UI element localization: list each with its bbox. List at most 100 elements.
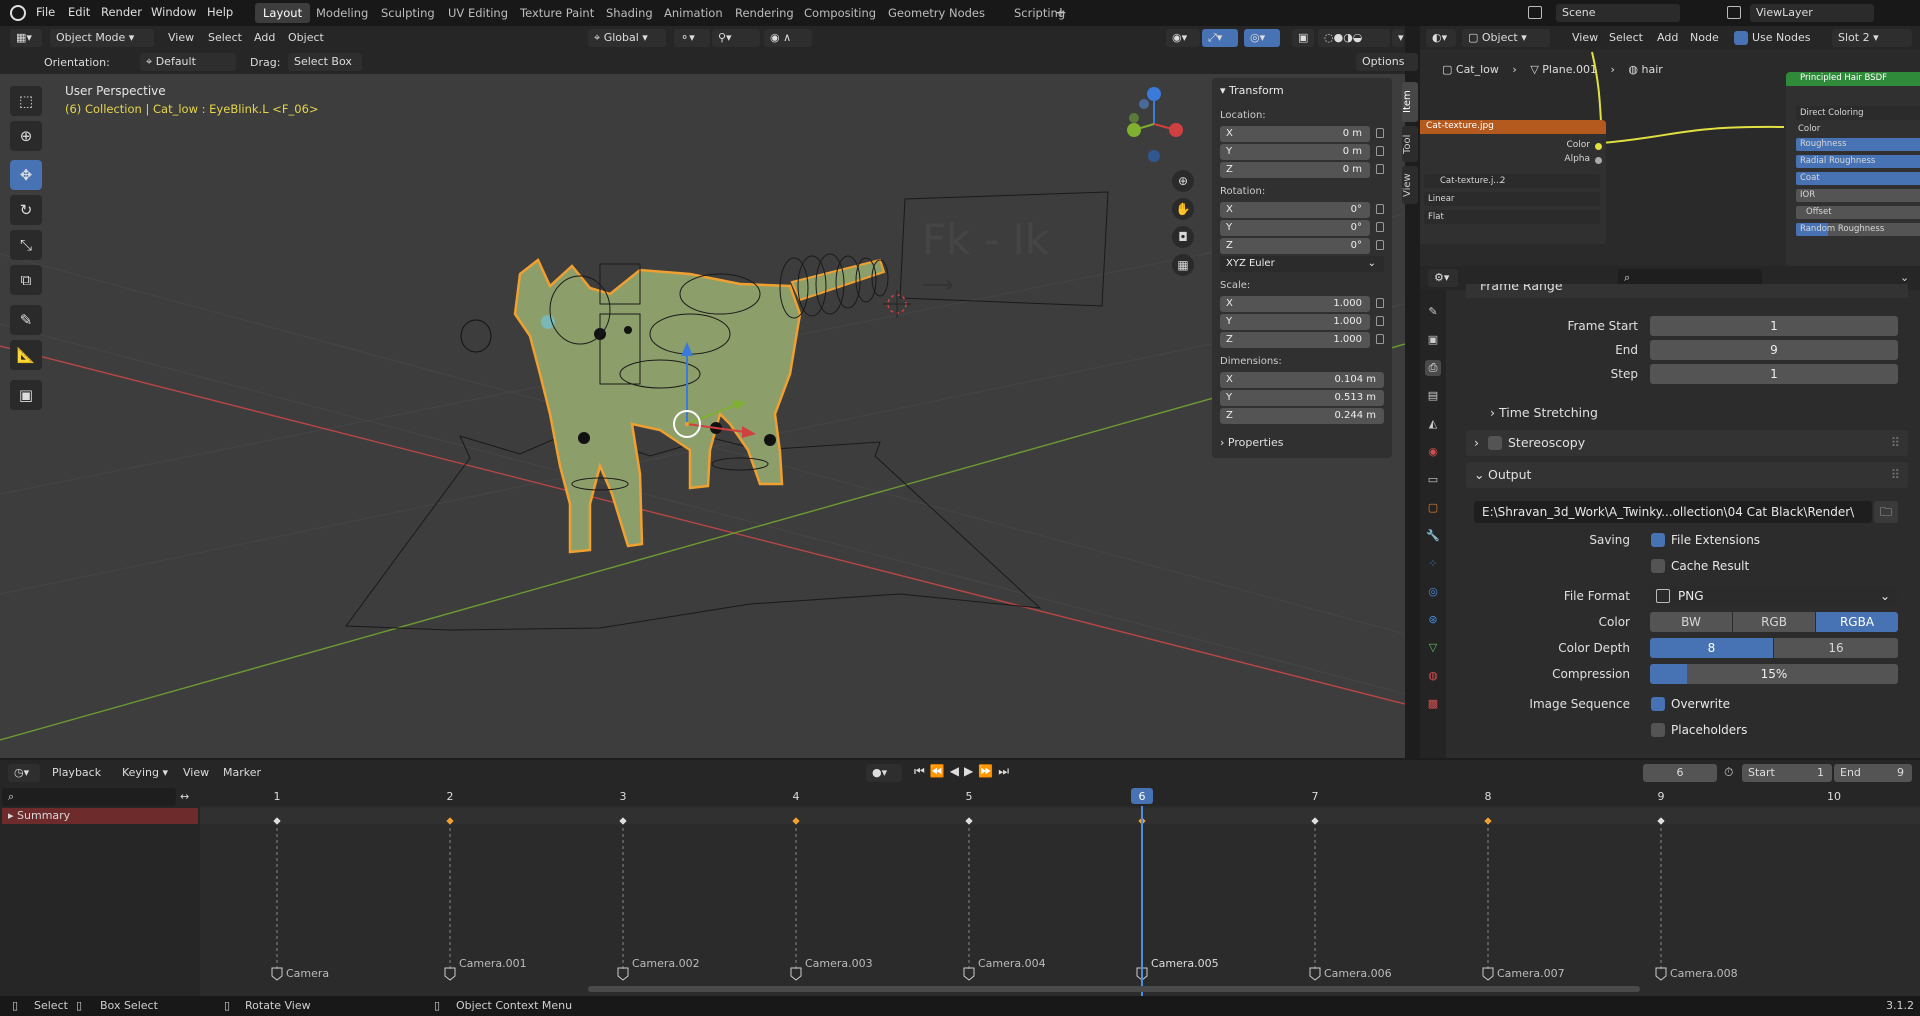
preview-range-icon[interactable]: ⏱ (1724, 765, 1733, 780)
shading-modes[interactable]: ◌●◑◒ (1318, 29, 1390, 47)
pivot-point-button[interactable]: ⚬▾ (674, 29, 710, 47)
bsdf-input-radial-roughness[interactable]: Radial Roughness (1796, 155, 1920, 168)
drag-selector[interactable]: Select Box (288, 53, 362, 71)
menu-select[interactable]: Select (208, 31, 242, 44)
xray-toggle[interactable]: ▣ (1292, 29, 1314, 47)
properties-scroll-icon[interactable]: ⌄ (1900, 271, 1909, 284)
mode-selector[interactable]: Object Mode ▾ (50, 29, 154, 47)
scale-y-field[interactable]: Y 1.000 (1220, 314, 1384, 330)
prev-keyframe-icon[interactable]: ⏪ (930, 764, 950, 778)
folder-icon[interactable]: 🗀 (1874, 501, 1898, 523)
file-extensions-checkbox[interactable] (1651, 533, 1665, 547)
keying-menu[interactable]: Keying ▾ (116, 764, 174, 782)
tool-settings-icon[interactable]: ✎ (1425, 304, 1441, 320)
modifier-properties-icon[interactable]: 🔧 (1425, 528, 1441, 544)
annotate-tool[interactable]: ✎ (10, 305, 42, 335)
bsdf-input-roughness[interactable]: Roughness (1796, 138, 1920, 151)
output-properties-icon[interactable]: ⎙ (1425, 360, 1441, 376)
shader-editor[interactable]: ◐▾ ▢ Object ▾ View Select Add Node Use N… (1420, 26, 1920, 266)
lock-icon[interactable] (1376, 204, 1384, 214)
lock-icon[interactable] (1376, 240, 1384, 250)
add-cube-tool[interactable]: ▣ (10, 380, 42, 410)
pan-hand-icon[interactable]: ✋ (1172, 198, 1194, 220)
3d-viewport[interactable]: Fk - Ik ⟶ User Perspective (6) Collectio… (0, 74, 1405, 758)
placeholders-checkbox[interactable] (1651, 723, 1665, 737)
overlay-toggle[interactable]: ◎▾ (1244, 29, 1280, 47)
play-icon[interactable]: ▶ (964, 764, 978, 778)
frame-range-section-header[interactable]: Frame Range (1466, 284, 1908, 298)
jump-start-icon[interactable]: ⏮ (914, 764, 930, 778)
tab-layout[interactable]: Layout (255, 3, 311, 23)
lock-icon[interactable] (1376, 164, 1384, 174)
menu-file[interactable]: File (36, 5, 55, 19)
lock-icon[interactable] (1376, 334, 1384, 344)
color-depth-16-option[interactable]: 16 (1774, 638, 1898, 658)
transform-tool[interactable]: ⧉ (10, 265, 42, 295)
menu-edit[interactable]: Edit (68, 5, 90, 19)
tab-tool[interactable]: Tool (1402, 126, 1418, 162)
menu-window[interactable]: Window (151, 5, 196, 19)
rotation-y-field[interactable]: Y 0° (1220, 220, 1384, 236)
overwrite-checkbox[interactable] (1651, 697, 1665, 711)
tab-rendering[interactable]: Rendering (727, 3, 802, 23)
color-depth-8-option[interactable]: 8 (1650, 638, 1773, 658)
dimensions-z-field[interactable]: Z 0.244 m (1220, 408, 1384, 424)
rotation-z-field[interactable]: Z 0° (1220, 238, 1384, 254)
transform-orientation-selector[interactable]: ⌖ Global ▾ (588, 29, 666, 47)
move-tool[interactable]: ✥ (10, 160, 42, 190)
view-layer-icon[interactable]: ▤ (1425, 388, 1441, 404)
projection-selector[interactable]: Flat (1424, 210, 1600, 224)
stereoscopy-checkbox[interactable] (1488, 436, 1502, 450)
material-properties-icon[interactable]: ◍ (1425, 668, 1441, 684)
camera-view-icon[interactable]: ◘ (1172, 226, 1194, 248)
next-keyframe-icon[interactable]: ⏩ (978, 764, 998, 778)
start-frame-field[interactable]: Start 1 (1742, 764, 1832, 782)
end-frame-field[interactable]: End 9 (1834, 764, 1912, 782)
rotate-tool[interactable]: ↻ (10, 195, 42, 225)
properties-section-header[interactable]: › Properties (1220, 436, 1284, 449)
select-box-tool[interactable]: ⬚ (10, 86, 42, 116)
orientation-selector[interactable]: ⌖ Default (140, 53, 236, 71)
render-properties-icon[interactable]: ▣ (1425, 332, 1441, 348)
properties-editor-type-button[interactable]: ⚙▾ (1428, 269, 1458, 287)
tab-view[interactable]: View (1402, 166, 1418, 204)
ortho-grid-icon[interactable]: ▦ (1172, 254, 1194, 276)
transform-section-header[interactable]: ▾ Transform (1220, 84, 1284, 97)
lock-icon[interactable] (1376, 146, 1384, 156)
texture-properties-icon[interactable]: ▩ (1425, 696, 1441, 712)
view-layer-selector[interactable]: ViewLayer (1750, 4, 1874, 22)
output-section-header[interactable]: ⌄ Output ⠿ (1466, 462, 1908, 488)
lock-icon[interactable] (1376, 128, 1384, 138)
menu-object[interactable]: Object (288, 31, 324, 44)
tab-geometry-nodes[interactable]: Geometry Nodes (880, 3, 993, 23)
bsdf-input-ior[interactable]: IOR (1796, 189, 1920, 202)
auto-keying-toggle[interactable]: ●▾ (866, 764, 902, 782)
blender-logo-icon[interactable] (10, 5, 26, 21)
tab-item[interactable]: Item (1402, 82, 1418, 122)
bsdf-input-random-roughness[interactable]: Random Roughness (1796, 223, 1920, 236)
lock-icon[interactable] (1376, 316, 1384, 326)
frame-step-field[interactable]: 1 (1650, 364, 1898, 384)
scene-selector[interactable]: Scene (1556, 4, 1680, 22)
dimensions-y-field[interactable]: Y 0.513 m (1220, 390, 1384, 406)
tab-animation[interactable]: Animation (656, 3, 731, 23)
tab-shading[interactable]: Shading (598, 3, 661, 23)
physics-properties-icon[interactable]: ◎ (1425, 584, 1441, 600)
compression-slider[interactable]: 15% (1650, 664, 1898, 684)
tab-sculpting[interactable]: Sculpting (373, 3, 443, 23)
color-rgba-option[interactable]: RGBA (1816, 612, 1898, 632)
current-frame-field[interactable]: 6 (1643, 764, 1717, 782)
snap-toggle[interactable]: ⚲▾ (712, 29, 760, 47)
particles-properties-icon[interactable]: ⁘ (1425, 556, 1441, 572)
gizmo-toggle[interactable]: ⤢▾ (1202, 29, 1238, 47)
image-selector[interactable]: Cat-texture.j... 2 (1424, 174, 1600, 188)
principled-hair-bsdf-node[interactable]: Principled Hair BSDF Direct Coloring Col… (1786, 72, 1920, 266)
interpolation-selector[interactable]: Linear (1424, 192, 1600, 206)
location-x-field[interactable]: X 0 m (1220, 126, 1384, 142)
file-format-selector[interactable]: PNG ⌄ (1650, 586, 1898, 606)
drag-handle-icon[interactable]: ⠿ (1891, 462, 1900, 488)
time-stretching-subsection[interactable]: › Time Stretching (1490, 405, 1598, 420)
visibility-button[interactable]: ◉▾ (1166, 29, 1200, 47)
timeline-scrollbar[interactable] (588, 986, 1640, 992)
zoom-icon[interactable]: ⊕ (1172, 170, 1194, 192)
